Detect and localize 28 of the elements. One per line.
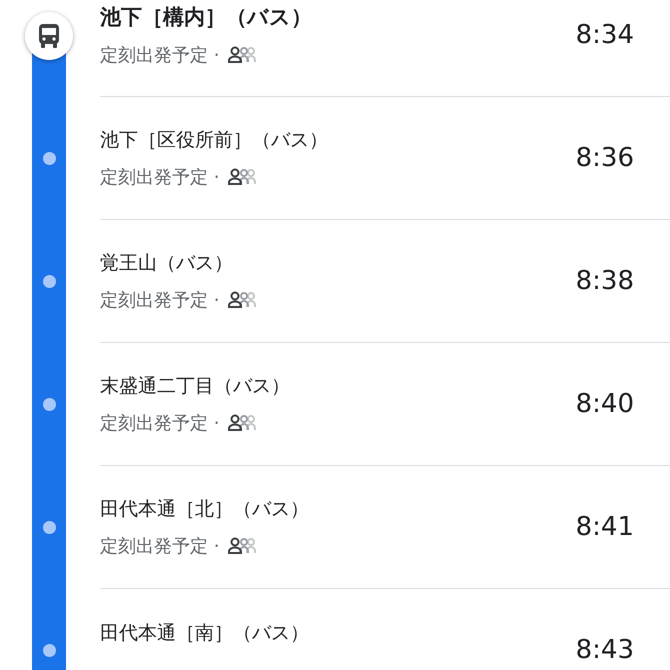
- stop-name: 池下［区役所前］（バス）: [100, 128, 329, 153]
- departure-status: 定刻出発予定 ·: [100, 412, 220, 435]
- stop-name: 末盛通二丁目（バス）: [100, 374, 291, 399]
- stop-dot: [42, 275, 56, 288]
- departure-status: 定刻出発予定 ·: [100, 289, 220, 312]
- departure-time: 8:36: [576, 143, 634, 173]
- stop-dot: [42, 398, 56, 411]
- stop-name: 覚王山（バス）: [100, 251, 234, 276]
- departure-status: 定刻出発予定 ·: [100, 166, 220, 189]
- crowd-icon: [227, 290, 258, 310]
- crowd-icon: [227, 536, 258, 556]
- departure-status: 定刻出発予定 ·: [100, 44, 220, 67]
- departure-time: 8:34: [576, 20, 634, 50]
- bus-icon: [37, 23, 61, 49]
- stop-name: 田代本通［北］（バス）: [100, 497, 310, 522]
- departure-time: 8:38: [576, 266, 634, 296]
- departure-time: 8:40: [576, 389, 634, 419]
- crowd-icon: [227, 413, 258, 433]
- stop-dot: [42, 644, 56, 657]
- departure-time: 8:43: [576, 635, 634, 665]
- stop-dot: [42, 152, 56, 165]
- crowd-icon: [227, 45, 258, 65]
- stop-dot: [42, 521, 56, 534]
- stop-name: 田代本通［南］（バス）: [100, 621, 310, 646]
- stop-name: 池下［構内］（バス）: [100, 4, 313, 31]
- departure-time: 8:41: [576, 512, 634, 542]
- departure-status: 定刻出発予定 ·: [100, 535, 220, 558]
- crowd-icon: [227, 167, 258, 187]
